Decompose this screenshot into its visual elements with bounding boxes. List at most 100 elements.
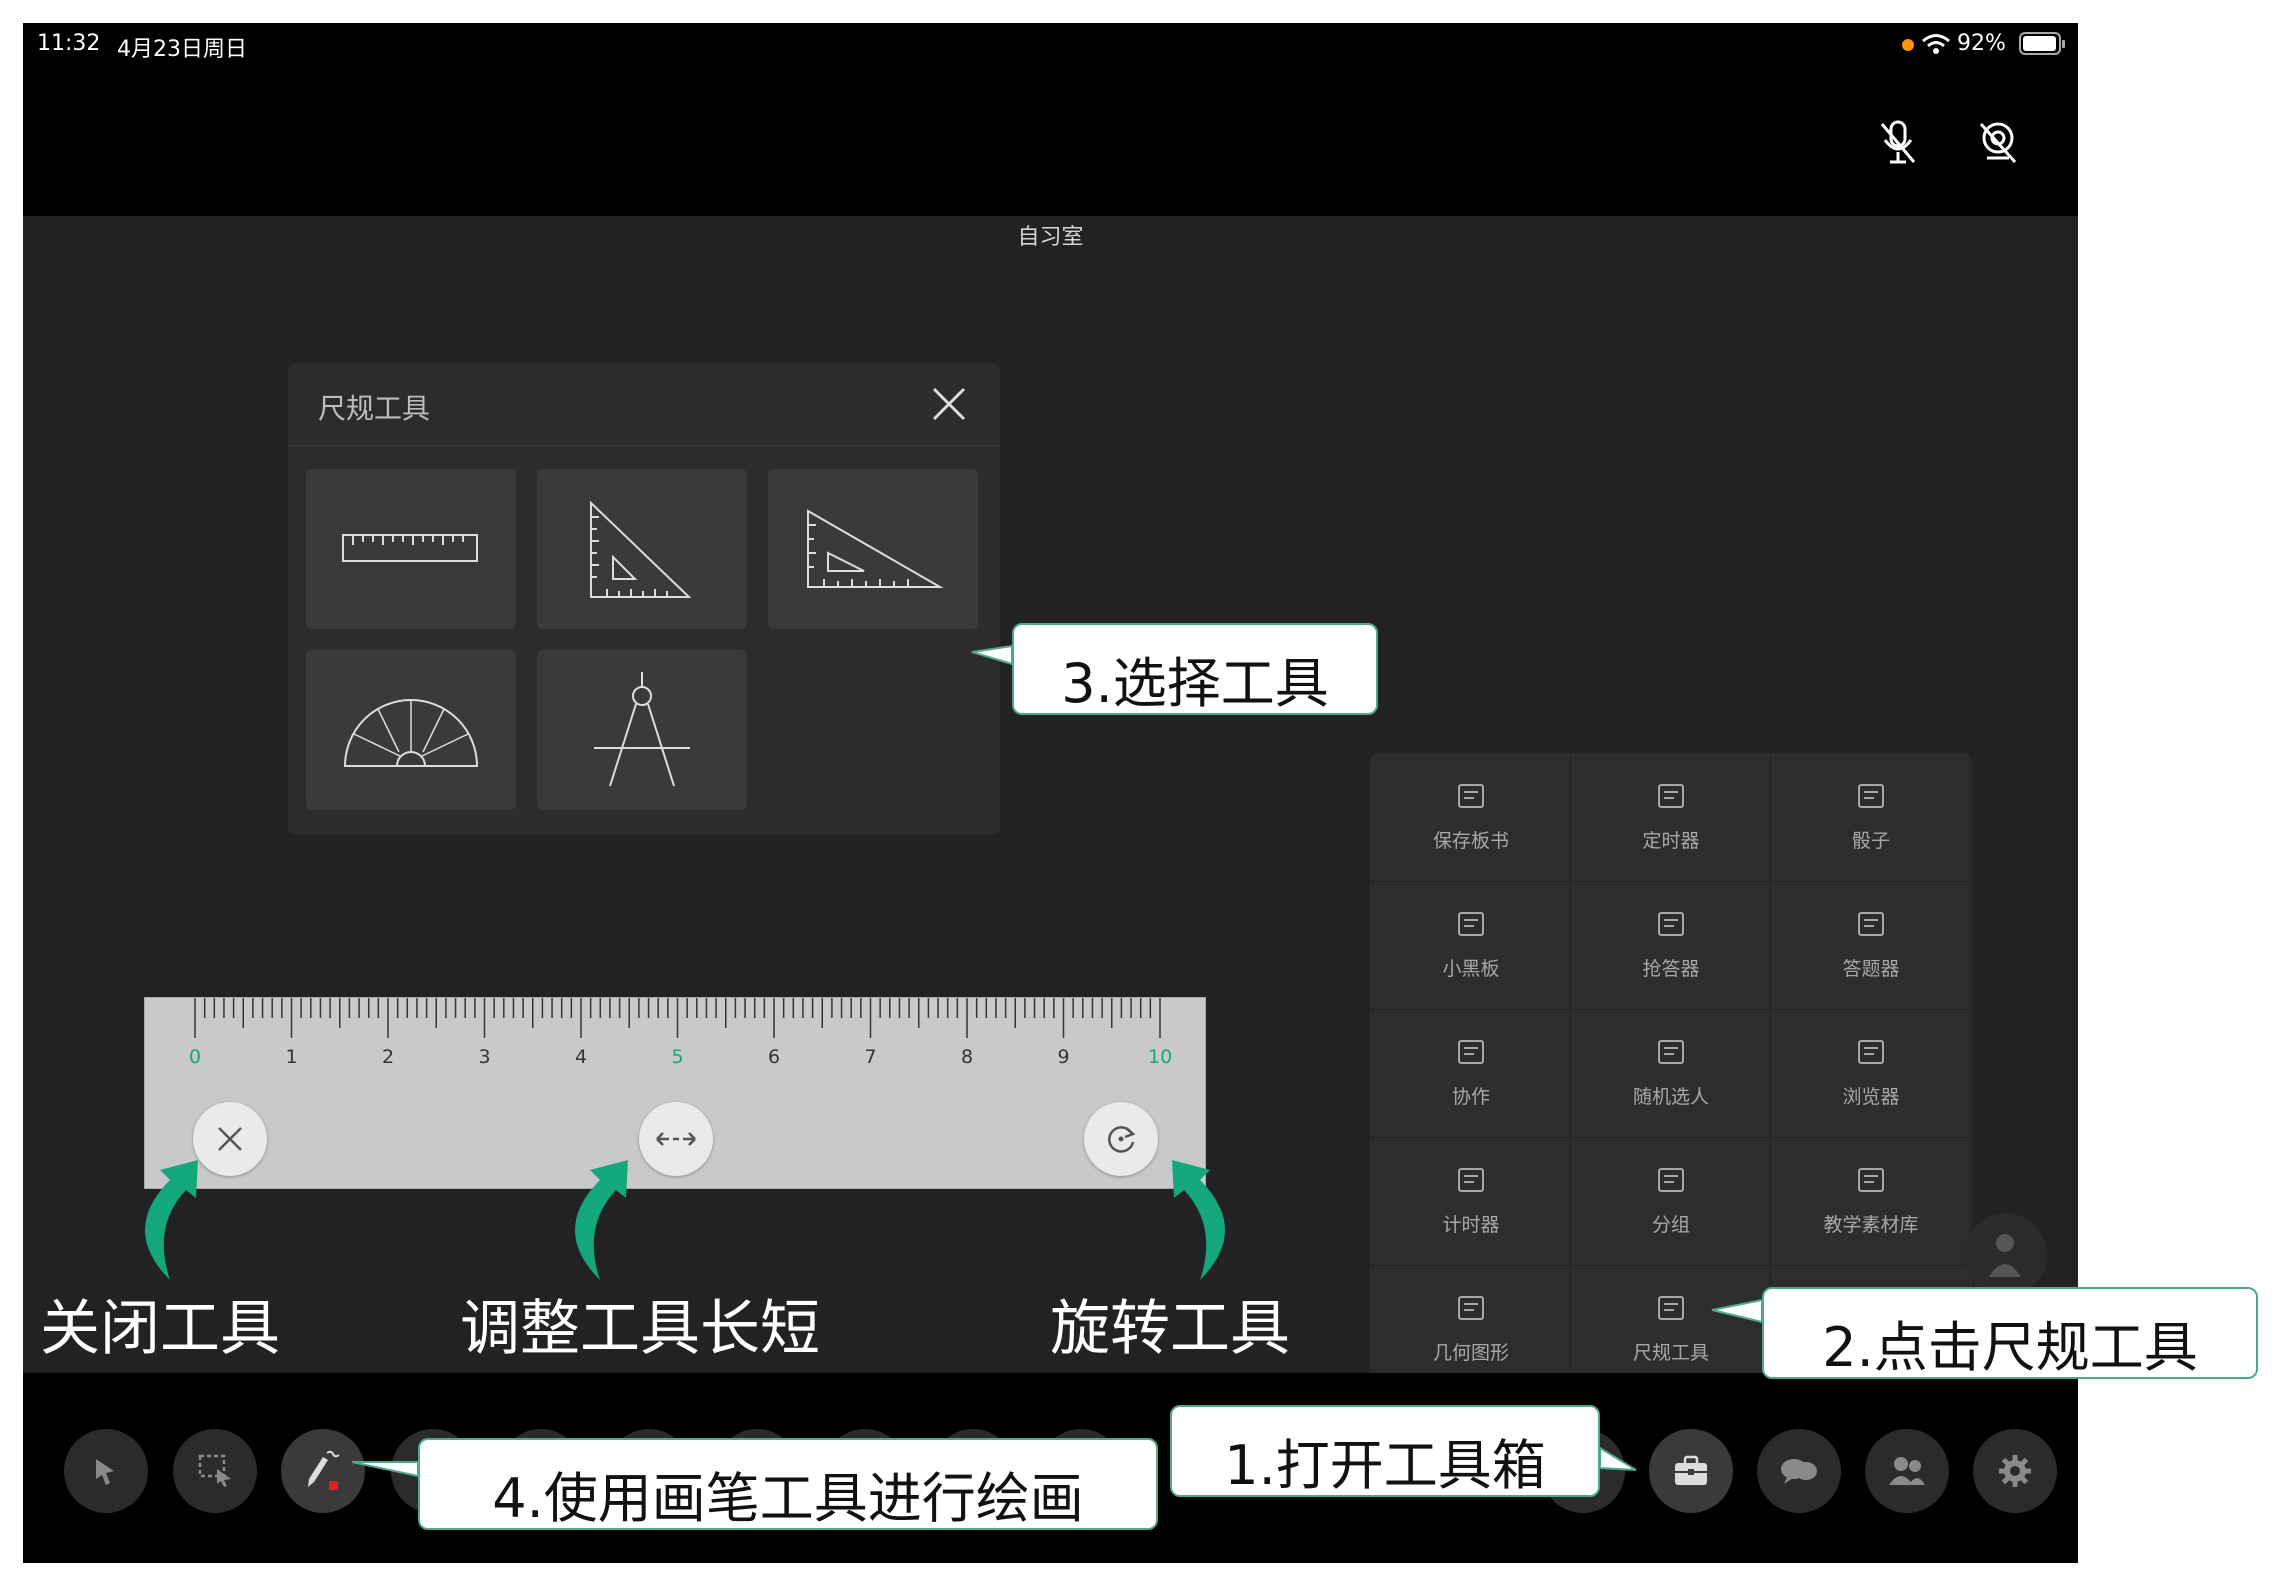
ruler-panel-title: 尺规工具 <box>318 392 431 425</box>
tool-30-60-triangle-button[interactable] <box>768 469 978 629</box>
select-tool-button[interactable] <box>64 1429 148 1513</box>
toolbox-button[interactable] <box>1649 1429 1733 1513</box>
chat-button[interactable] <box>1757 1429 1841 1513</box>
toolbox-item-label: 小黑板 <box>1442 958 1500 980</box>
isosceles-set-square-icon <box>590 500 692 598</box>
cursor-arrow-icon <box>96 1459 114 1485</box>
toolbox-item-blackboard[interactable]: 小黑板 <box>1371 882 1571 1010</box>
tool-ruler-button[interactable] <box>306 469 516 629</box>
thirty-sixty-set-square-icon <box>807 509 944 588</box>
toolbox-item-save-board[interactable]: 保存板书 <box>1371 754 1571 882</box>
countdown-timer-icon <box>1658 784 1684 808</box>
room-title: 自习室 <box>1017 225 1084 250</box>
horizontal-arrows-icon <box>656 1132 696 1146</box>
tool-compass-button[interactable] <box>537 650 747 810</box>
ruler-tool-icon <box>1658 1296 1684 1320</box>
answer-card-icon <box>1858 912 1884 936</box>
status-bar: 11:32 4月23日周日 92% <box>23 23 2078 67</box>
tool-right-triangle-button[interactable] <box>537 469 747 629</box>
settings-button[interactable] <box>1973 1429 2057 1513</box>
toolbox-item-label: 计时器 <box>1442 1214 1500 1236</box>
ruler-tick-label: 7 <box>864 1046 877 1068</box>
toolbox-icon <box>1675 1455 1707 1485</box>
ruler-tick-label: 10 <box>1148 1046 1173 1068</box>
ruler-resize-button[interactable] <box>639 1102 713 1176</box>
stopwatch-icon <box>1458 1168 1484 1192</box>
browser-icon <box>1858 1040 1884 1064</box>
random-pick-icon <box>1658 1040 1684 1064</box>
toolbox-item-label: 答题器 <box>1842 958 1900 980</box>
toolbox-item-stopwatch[interactable]: 计时器 <box>1371 1138 1571 1266</box>
callout-step4-text: 4.使用画笔工具进行绘画 <box>492 1467 1084 1530</box>
member-float-button[interactable] <box>1963 1213 2047 1297</box>
toolbox-item-label: 几何图形 <box>1432 1342 1509 1364</box>
ruler-close-button[interactable] <box>193 1102 267 1176</box>
person-icon <box>1989 1234 2021 1277</box>
callout-step4: 4.使用画笔工具进行绘画 <box>418 1438 1158 1530</box>
toolbox-item-browser[interactable]: 浏览器 <box>1771 1010 1971 1138</box>
toolbox-item-label: 协作 <box>1451 1086 1490 1108</box>
rotate-icon <box>1108 1126 1136 1153</box>
ruler-rotate-button[interactable] <box>1084 1102 1158 1176</box>
material-library-icon <box>1858 1168 1884 1192</box>
toolbox-item-label: 骰子 <box>1851 830 1890 852</box>
ruler-tick-label: 0 <box>188 1046 202 1068</box>
ruler-tick-label: 2 <box>381 1046 395 1068</box>
toolbox-item-material-library[interactable]: 教学素材库 <box>1771 1138 1971 1266</box>
ruler-tick-label: 4 <box>574 1046 588 1068</box>
wifi-icon <box>1922 34 1950 54</box>
toolbox-item-group[interactable]: 分组 <box>1571 1138 1771 1266</box>
toolbox-item-random-pick[interactable]: 随机选人 <box>1571 1010 1771 1138</box>
toolbox-item-countdown-timer[interactable]: 定时器 <box>1571 754 1771 882</box>
status-time: 11:32 <box>37 31 101 56</box>
toolbox-item-label: 随机选人 <box>1632 1086 1709 1108</box>
toolbox-item-label: 定时器 <box>1642 830 1700 852</box>
area-select-button[interactable] <box>173 1429 257 1513</box>
members-button[interactable] <box>1865 1429 1949 1513</box>
group-icon <box>1658 1168 1684 1192</box>
blackboard-icon <box>1458 912 1484 936</box>
callout-step1-text: 1.打开工具箱 <box>1224 1434 1546 1497</box>
protractor-icon <box>343 699 479 767</box>
callout-step3: 3.选择工具 <box>1012 623 1378 715</box>
ruler-tick-label: 8 <box>960 1046 974 1068</box>
buzzer-icon <box>1658 912 1684 936</box>
ruler-tick-label: 1 <box>285 1046 298 1068</box>
toolbox-item-answer-card[interactable]: 答题器 <box>1771 882 1971 1010</box>
pen-tool-button[interactable] <box>281 1429 365 1513</box>
toolbox-item-dice[interactable]: 骰子 <box>1771 754 1971 882</box>
members-icon <box>1889 1457 1925 1485</box>
camera-off-icon[interactable] <box>1975 118 2021 168</box>
close-icon <box>218 1127 242 1151</box>
gear-icon <box>1999 1455 2031 1487</box>
label-rotate-tool: 旋转工具 <box>1050 1294 1290 1364</box>
toolbox-item-label: 抢答器 <box>1642 958 1700 980</box>
close-icon[interactable] <box>928 383 970 425</box>
callout-step1: 1.打开工具箱 <box>1170 1405 1600 1497</box>
dice-icon <box>1858 784 1884 808</box>
toolbox-item-label: 教学素材库 <box>1823 1214 1919 1236</box>
toolbox-item-collaboration[interactable]: 协作 <box>1371 1010 1571 1138</box>
ruler-tick-label: 5 <box>671 1046 684 1068</box>
ruler-tick-label: 9 <box>1057 1046 1070 1068</box>
mic-muted-icon[interactable] <box>1876 118 1920 168</box>
battery-percent: 92% <box>1957 31 2006 56</box>
toolbox-item-buzzer[interactable]: 抢答器 <box>1571 882 1771 1010</box>
chat-bubbles-icon <box>1781 1459 1817 1484</box>
ruler-tick-label: 3 <box>478 1046 491 1068</box>
save-board-icon <box>1458 784 1484 808</box>
collaboration-icon <box>1458 1040 1484 1064</box>
pen-icon <box>308 1450 340 1490</box>
orange-indicator-icon <box>1902 39 1914 51</box>
toolbox-item-label: 尺规工具 <box>1632 1342 1709 1364</box>
ruler-tick-label: 6 <box>767 1046 781 1068</box>
ruler-tools-panel: 尺规工具 <box>288 363 1000 835</box>
marquee-select-icon <box>198 1454 231 1487</box>
straight-ruler-icon <box>342 534 478 562</box>
geometry-shapes-icon <box>1458 1296 1484 1320</box>
ruler-overlay[interactable]: 0 1 2 3 4 5 6 7 8 9 10 <box>144 997 1206 1189</box>
tool-protractor-button[interactable] <box>306 650 516 810</box>
label-close-tool: 关闭工具 <box>40 1294 280 1364</box>
toolbox-item-label: 浏览器 <box>1842 1086 1900 1108</box>
status-date: 4月23日周日 <box>117 37 247 62</box>
